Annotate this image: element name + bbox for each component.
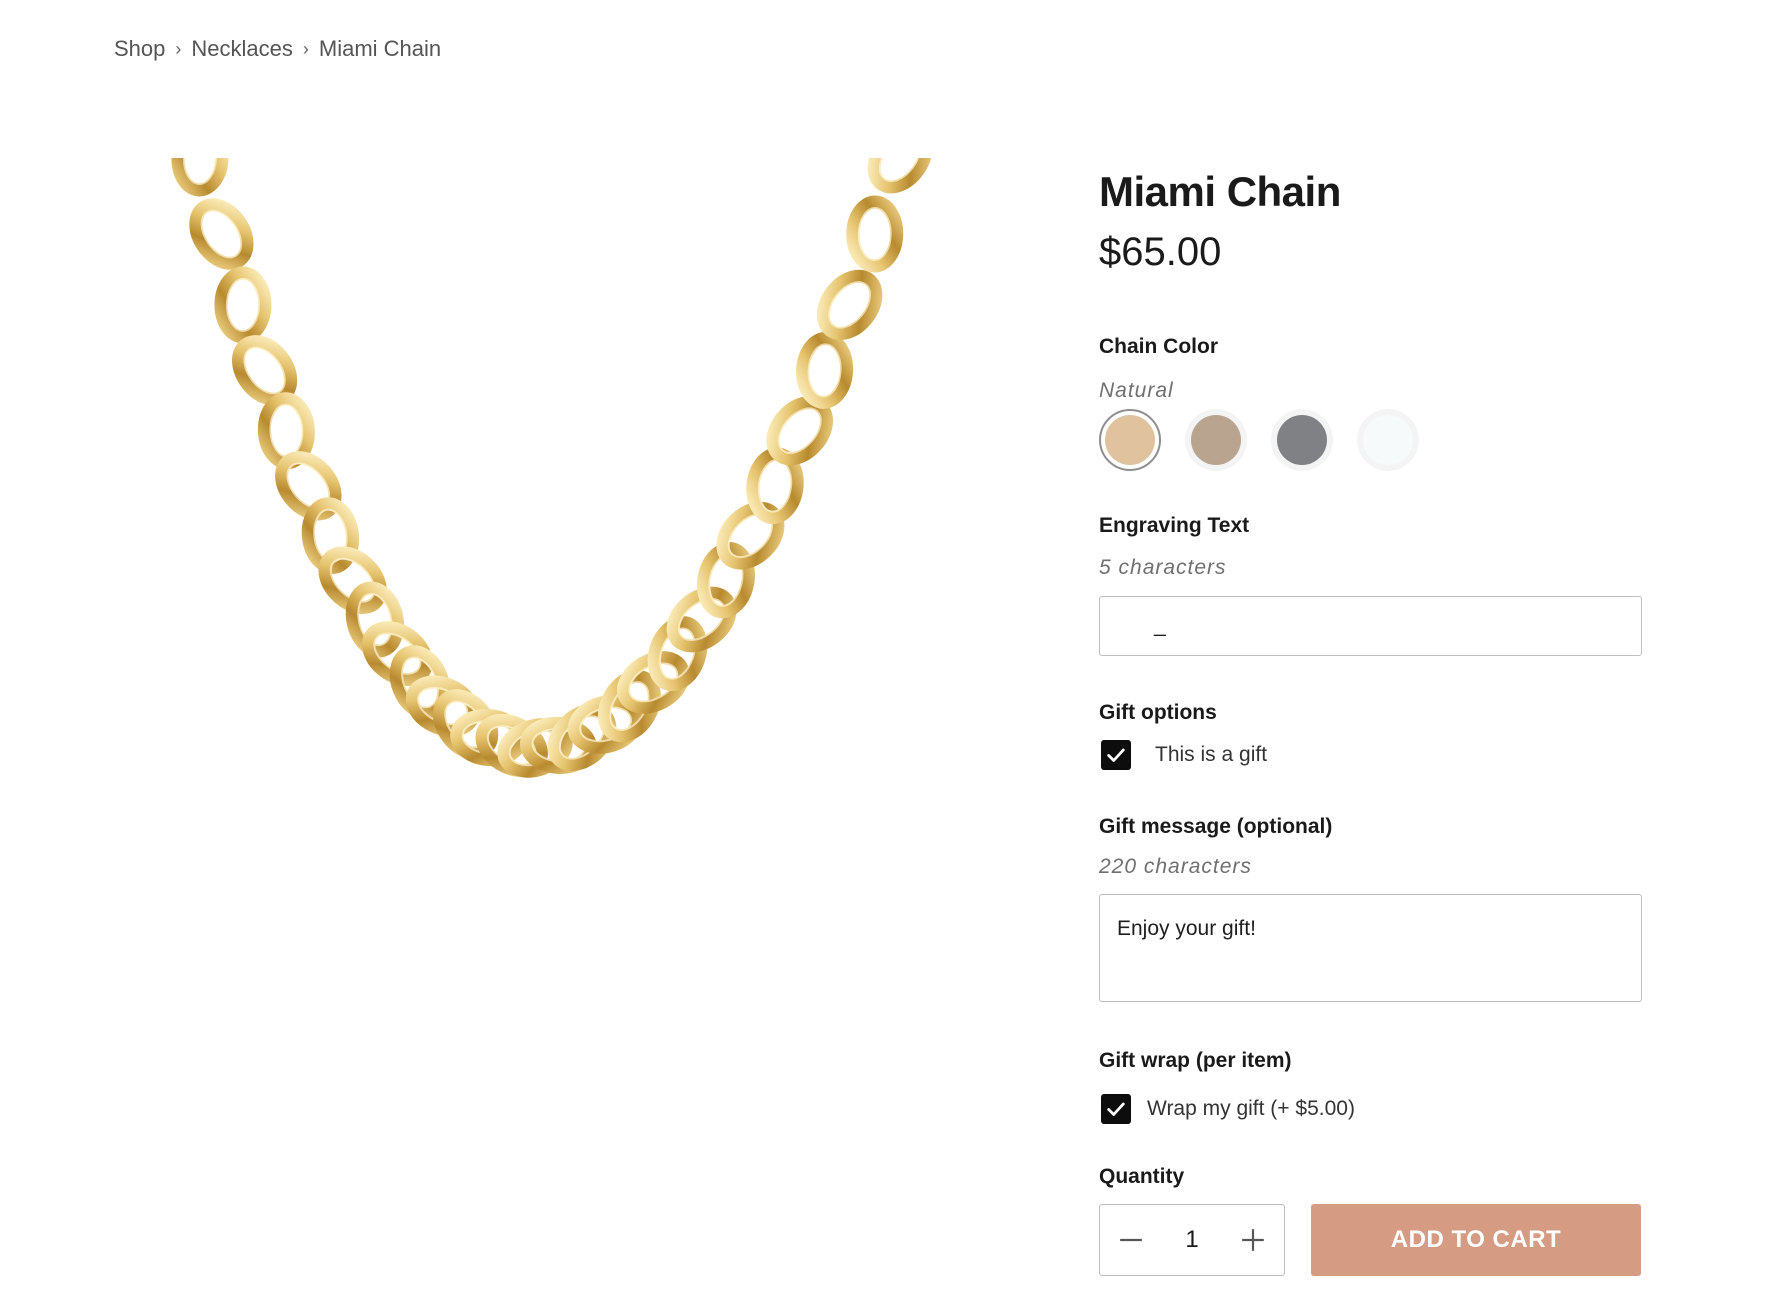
add-to-cart-button[interactable]: ADD TO CART	[1311, 1204, 1641, 1276]
gift-message-limit: 220 characters	[1099, 855, 1252, 878]
gift-options-label: Gift options	[1099, 701, 1217, 724]
chain-color-selected: Natural	[1099, 379, 1174, 402]
checkmark-icon	[1107, 1102, 1125, 1116]
swatch-color	[1277, 415, 1327, 465]
plus-icon	[1242, 1229, 1264, 1251]
gift-wrap-checkbox[interactable]	[1101, 1094, 1131, 1124]
chain-color-label: Chain Color	[1099, 335, 1218, 358]
chevron-right-icon: ›	[302, 38, 309, 59]
product-title: Miami Chain	[1099, 168, 1341, 215]
increase-quantity-button[interactable]	[1238, 1225, 1268, 1255]
swatch-taupe[interactable]	[1185, 409, 1247, 471]
color-swatches	[1099, 409, 1419, 471]
gift-checkbox-label: This is a gift	[1155, 743, 1268, 766]
chain-link-highlight	[857, 207, 892, 262]
minus-icon	[1120, 1238, 1142, 1242]
decrease-quantity-button[interactable]	[1116, 1225, 1146, 1255]
engraving-input[interactable]: _	[1099, 596, 1642, 656]
quantity-label: Quantity	[1099, 1165, 1185, 1188]
swatch-color	[1363, 415, 1413, 465]
chain-link-highlight	[225, 277, 260, 332]
quantity-stepper: 1	[1099, 1204, 1285, 1276]
quantity-value[interactable]: 1	[1185, 1226, 1198, 1254]
gift-message-textarea[interactable]: Enjoy your gift!	[1099, 894, 1642, 1002]
chain-link	[716, 501, 785, 570]
gift-wrap-checkbox-label: Wrap my gift (+ $5.00)	[1147, 1097, 1355, 1120]
swatch-white[interactable]	[1357, 409, 1419, 471]
engraving-limit: 5 characters	[1099, 556, 1227, 579]
engraving-value: _	[1154, 614, 1166, 637]
chain-link	[867, 158, 933, 194]
product-image[interactable]	[160, 158, 980, 878]
swatch-color	[1105, 415, 1155, 465]
gift-wrap-label: Gift wrap (per item)	[1099, 1049, 1292, 1072]
gift-message-label: Gift message (optional)	[1099, 815, 1333, 838]
swatch-gray[interactable]	[1271, 409, 1333, 471]
engraving-label: Engraving Text	[1099, 514, 1250, 537]
gift-option-row[interactable]: This is a gift	[1101, 740, 1267, 770]
swatch-color	[1191, 415, 1241, 465]
breadcrumb-shop[interactable]: Shop	[114, 36, 165, 62]
chain-link	[816, 269, 883, 340]
gift-message-value: Enjoy your gift!	[1117, 917, 1256, 940]
swatch-natural[interactable]	[1099, 409, 1161, 471]
gift-checkbox[interactable]	[1101, 740, 1131, 770]
gold-chain-necklace-icon	[171, 158, 933, 778]
checkmark-icon	[1107, 748, 1125, 762]
breadcrumb-current: Miami Chain	[318, 36, 442, 61]
breadcrumb-necklaces[interactable]: Necklaces	[191, 36, 292, 62]
chain-link	[189, 198, 254, 270]
breadcrumb: Shop › Necklaces › Miami Chain	[114, 36, 441, 62]
gift-wrap-row[interactable]: Wrap my gift (+ $5.00)	[1101, 1094, 1355, 1124]
chevron-right-icon: ›	[175, 38, 182, 59]
product-price: $65.00	[1099, 230, 1222, 274]
